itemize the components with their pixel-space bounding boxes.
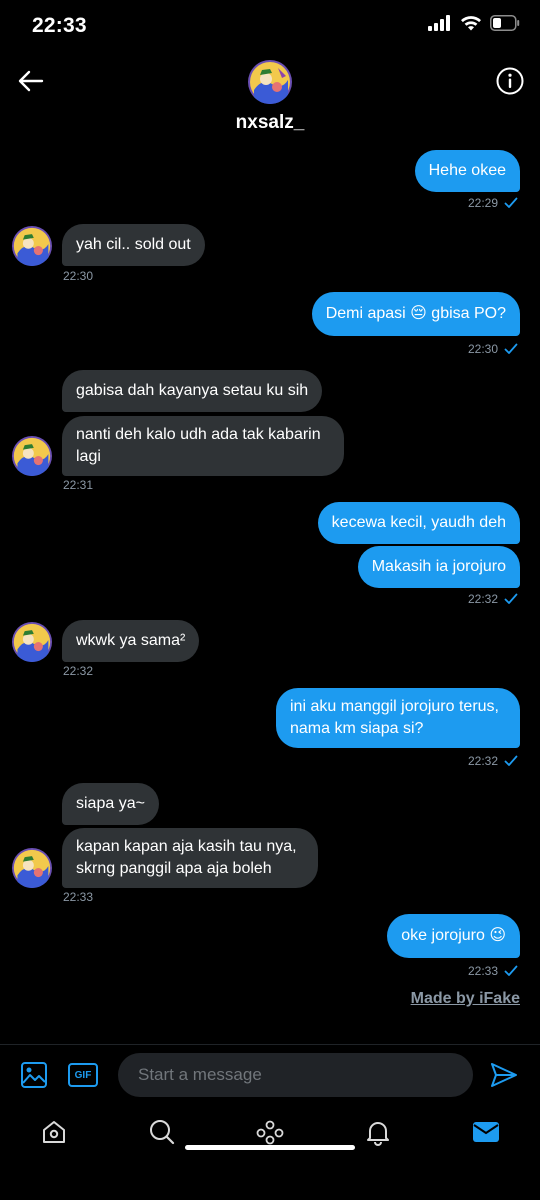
sender-avatar[interactable] xyxy=(12,226,52,266)
signal-icon xyxy=(428,15,450,31)
message-text: Demi apasi 😔 gbisa PO? xyxy=(325,305,506,322)
message-timestamp: 22:32 xyxy=(468,754,518,768)
status-bar: 22:33 xyxy=(0,0,540,52)
tab-notifications[interactable] xyxy=(360,1114,396,1150)
message-timestamp: 22:32 xyxy=(63,664,94,678)
sender-avatar[interactable] xyxy=(12,848,52,888)
home-indicator xyxy=(185,1145,355,1150)
message-text: oke jorojuro 😉 xyxy=(401,927,506,944)
message-text: kecewa kecil, yaudh deh xyxy=(331,514,506,531)
message-incoming[interactable]: nanti deh kalo udh ada tak kabarin lagi xyxy=(62,416,344,476)
message-text: wkwk ya sama² xyxy=(76,632,186,649)
message-timestamp: 22:30 xyxy=(468,342,518,356)
sent-check-icon xyxy=(504,197,518,208)
avatar-image xyxy=(12,226,52,266)
sender-avatar[interactable] xyxy=(12,622,52,662)
sent-check-icon xyxy=(504,593,518,604)
message-incoming[interactable]: siapa ya~ xyxy=(62,783,159,825)
sender-avatar[interactable] xyxy=(12,436,52,476)
message-outgoing[interactable]: Demi apasi 😔 gbisa PO? xyxy=(311,292,520,336)
message-timestamp: 22:29 xyxy=(468,196,518,210)
mail-icon xyxy=(473,1122,499,1142)
sent-check-icon xyxy=(504,755,518,766)
message-timestamp: 22:33 xyxy=(468,964,518,978)
add-gif-button[interactable]: GIF xyxy=(67,1061,99,1089)
wifi-icon xyxy=(461,16,481,31)
watermark-link[interactable]: Made by iFake xyxy=(411,990,520,1008)
message-text: ini aku manggil jorojuro terus, nama km … xyxy=(290,698,499,737)
avatar-image xyxy=(12,436,52,476)
spaces-icon xyxy=(256,1120,284,1145)
tab-messages[interactable] xyxy=(468,1114,504,1150)
message-text: gabisa dah kayanya setau ku sih xyxy=(76,382,309,399)
message-incoming[interactable]: gabisa dah kayanya setau ku sih xyxy=(62,370,323,412)
message-outgoing[interactable]: ini aku manggil jorojuro terus, nama km … xyxy=(276,688,520,748)
bell-icon xyxy=(367,1122,389,1146)
image-icon xyxy=(21,1062,47,1088)
message-timestamp: 22:30 xyxy=(63,269,94,283)
tab-search[interactable] xyxy=(144,1114,180,1150)
gif-label: GIF xyxy=(74,1069,92,1081)
home-icon xyxy=(43,1121,65,1143)
message-incoming[interactable]: kapan kapan aja kasih tau nya, skrng pan… xyxy=(62,828,318,888)
message-timestamp: 22:32 xyxy=(468,592,518,606)
message-text: nanti deh kalo udh ada tak kabarin lagi xyxy=(76,426,321,465)
message-outgoing[interactable]: oke jorojuro 😉 xyxy=(387,914,520,958)
back-arrow-icon xyxy=(18,70,44,92)
search-icon xyxy=(150,1120,175,1145)
status-time: 22:33 xyxy=(32,14,87,37)
info-icon xyxy=(496,67,524,95)
message-timestamp: 22:31 xyxy=(63,478,94,492)
bottom-tab-bar xyxy=(0,1104,540,1160)
message-outgoing[interactable]: kecewa kecil, yaudh deh xyxy=(317,502,520,544)
add-image-button[interactable] xyxy=(18,1059,50,1091)
send-icon xyxy=(491,1063,517,1087)
message-text: yah cil.. sold out xyxy=(76,236,191,253)
message-composer: GIF xyxy=(0,1044,540,1104)
avatar-image xyxy=(248,60,292,104)
message-list[interactable]: Hehe okee 22:29 yah cil.. sold out 22:30… xyxy=(0,142,540,1022)
message-text: Hehe okee xyxy=(428,162,506,179)
avatar-image xyxy=(12,622,52,662)
battery-icon xyxy=(490,15,520,31)
sent-check-icon xyxy=(504,343,518,354)
conversation-username[interactable]: nxsalz_ xyxy=(0,112,540,134)
tab-home[interactable] xyxy=(36,1114,72,1150)
conversation-header: nxsalz_ xyxy=(0,52,540,142)
message-incoming[interactable]: wkwk ya sama² xyxy=(62,620,200,662)
avatar-image xyxy=(12,848,52,888)
message-text: kapan kapan aja kasih tau nya, skrng pan… xyxy=(76,838,297,877)
message-text: Makasih ia jorojuro xyxy=(371,558,506,575)
message-outgoing[interactable]: Makasih ia jorojuro xyxy=(357,546,520,588)
sent-check-icon xyxy=(504,965,518,976)
info-button[interactable] xyxy=(494,65,526,97)
message-timestamp: 22:33 xyxy=(63,890,94,904)
send-button[interactable] xyxy=(488,1059,520,1091)
message-input[interactable] xyxy=(118,1053,473,1097)
message-text: siapa ya~ xyxy=(76,795,145,812)
message-incoming[interactable]: yah cil.. sold out xyxy=(62,224,205,266)
header-avatar[interactable] xyxy=(248,60,292,104)
back-button[interactable] xyxy=(14,64,48,98)
status-icons xyxy=(428,15,520,31)
message-outgoing[interactable]: Hehe okee xyxy=(414,150,520,192)
